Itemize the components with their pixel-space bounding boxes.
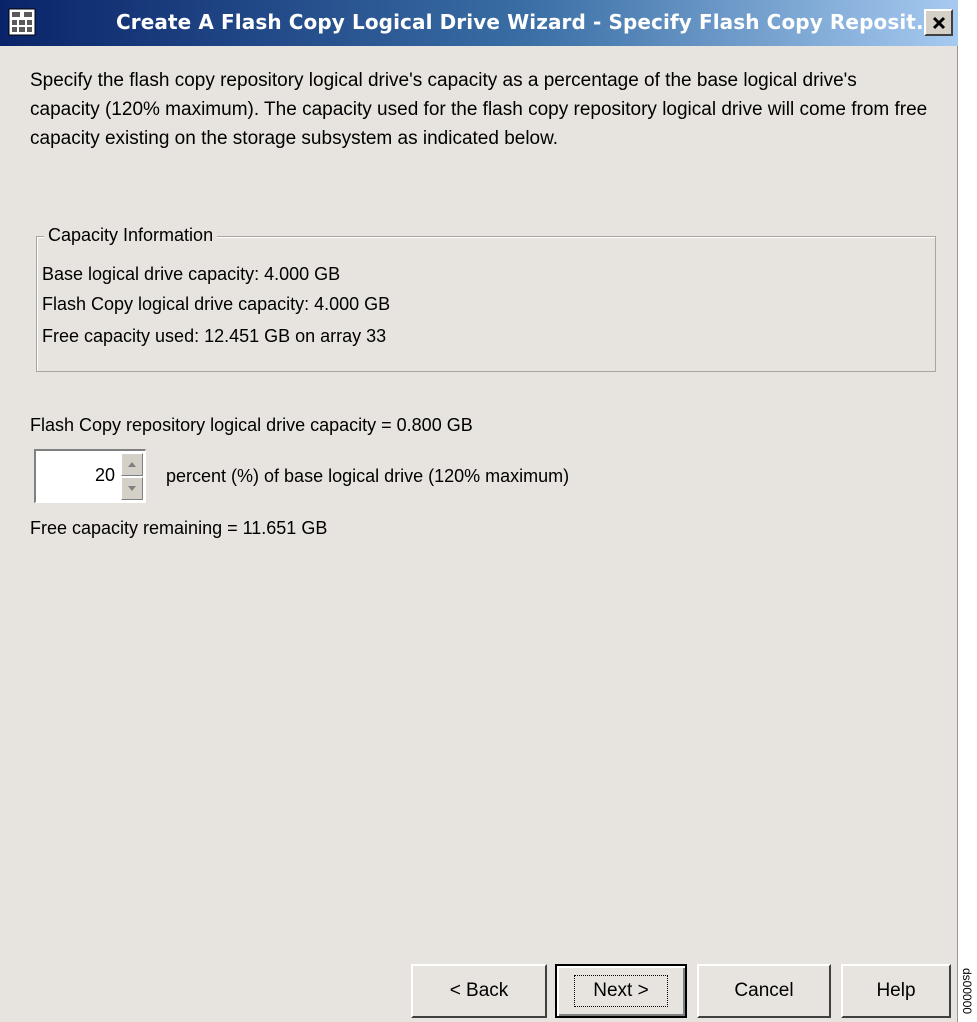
back-button-label: < Back <box>449 980 509 1001</box>
percent-input[interactable]: 20 <box>95 465 115 486</box>
percent-label: percent (%) of base logical drive (120% … <box>166 466 570 486</box>
help-button-label: Help <box>876 980 916 1001</box>
flash-copy-drive-capacity: Flash Copy logical drive capacity: 4.000… <box>42 294 391 314</box>
instructions-text: Specify the flash copy repository logica… <box>30 70 928 149</box>
arrow-up-icon <box>128 462 136 467</box>
wizard-window: Create A Flash Copy Logical Drive Wizard… <box>0 0 958 1022</box>
cancel-button[interactable]: Cancel <box>697 964 831 1018</box>
app-icon <box>8 8 36 36</box>
figure-id-text: ds00000 <box>960 968 974 1015</box>
capacity-information-legend: Capacity Information <box>44 225 218 246</box>
figure-id-label: ds00000 <box>960 968 976 1022</box>
next-button-label: Next > <box>574 975 668 1007</box>
close-button[interactable] <box>924 9 953 36</box>
repository-capacity-text: Flash Copy repository logical drive capa… <box>30 415 473 435</box>
spinner-down-button[interactable] <box>121 477 143 500</box>
free-capacity-used: Free capacity used: 12.451 GB on array 3… <box>42 326 387 346</box>
title-bar[interactable]: Create A Flash Copy Logical Drive Wizard… <box>0 0 958 46</box>
arrow-down-icon <box>128 486 136 491</box>
help-button[interactable]: Help <box>841 964 951 1018</box>
back-button[interactable]: < Back <box>411 964 547 1018</box>
window-title: Create A Flash Copy Logical Drive Wizard… <box>116 10 940 34</box>
free-capacity-remaining: Free capacity remaining = 11.651 GB <box>30 518 328 538</box>
close-icon <box>932 16 945 29</box>
percent-spinner[interactable]: 20 <box>34 449 146 503</box>
spinner-up-button[interactable] <box>121 453 143 476</box>
base-drive-capacity: Base logical drive capacity: 4.000 GB <box>42 264 341 284</box>
next-button[interactable]: Next > <box>555 964 687 1018</box>
cancel-button-label: Cancel <box>734 980 794 1001</box>
